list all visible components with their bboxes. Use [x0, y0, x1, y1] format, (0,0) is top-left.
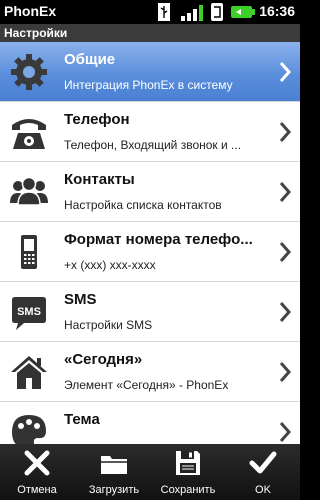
page-title: Настройки — [0, 24, 300, 42]
chevron-right-icon — [279, 242, 292, 262]
item-subtitle: Настройка списка контактов — [64, 198, 222, 212]
save-label: Сохранить — [160, 484, 216, 496]
home-icon — [11, 356, 47, 389]
chevron-right-icon — [279, 362, 292, 382]
settings-item-general[interactable]: Общие Интеграция PhonEx в систему — [0, 42, 300, 102]
chevron-right-icon — [279, 62, 292, 82]
chevron-right-icon — [279, 302, 292, 322]
sms-icon: SMS — [12, 297, 46, 330]
settings-item-phone[interactable]: Телефон Телефон, Входящий звонок и ... — [0, 102, 300, 162]
folder-icon — [101, 456, 127, 474]
palette-icon — [12, 415, 46, 444]
settings-list: Общие Интеграция PhonEx в систему Телефо… — [0, 42, 300, 444]
gear-icon — [11, 54, 47, 90]
item-title: Тема — [64, 411, 100, 428]
battery-icon — [231, 6, 255, 18]
settings-item-today[interactable]: «Сегодня» Элемент «Сегодня» - PhonEx — [0, 342, 300, 402]
item-title: Телефон — [64, 111, 130, 128]
save-button[interactable]: Сохранить — [150, 444, 226, 500]
load-label: Загрузить — [88, 484, 140, 496]
item-title: Контакты — [64, 171, 135, 188]
ok-label: OK — [255, 484, 271, 496]
telephone-icon — [12, 119, 46, 149]
app-name: PhonEx — [4, 3, 57, 19]
load-button[interactable]: Загрузить — [76, 444, 152, 500]
clock: 16:36 — [259, 3, 295, 19]
mobile-phone-icon — [21, 235, 37, 269]
bottom-toolbar: Отмена Загрузить Сохранить OK — [0, 444, 300, 500]
item-title: «Сегодня» — [64, 351, 143, 368]
item-subtitle: Элемент «Сегодня» - PhonEx — [64, 378, 229, 392]
chevron-right-icon — [279, 422, 292, 442]
item-title: Общие — [64, 51, 116, 68]
close-icon — [24, 450, 50, 476]
settings-item-sms[interactable]: SMS SMS Настройки SMS — [0, 282, 300, 342]
checkmark-icon — [249, 451, 277, 474]
chevron-right-icon — [279, 122, 292, 142]
signal-strength-icon — [181, 5, 203, 21]
settings-item-contacts[interactable]: Контакты Настройка списка контактов — [0, 162, 300, 222]
item-title: Формат номера телефо... — [64, 231, 253, 248]
chevron-right-icon — [279, 182, 292, 202]
usb-icon — [158, 3, 170, 21]
contacts-icon — [10, 176, 48, 206]
settings-item-number-format[interactable]: Формат номера телефо... +x (xxx) xxx-xxx… — [0, 222, 300, 282]
settings-item-theme[interactable]: Тема — [0, 402, 300, 444]
data-connection-icon — [211, 3, 223, 21]
item-subtitle: +x (xxx) xxx-xxxx — [64, 258, 156, 272]
item-subtitle: Интеграция PhonEx в систему — [64, 78, 233, 92]
item-subtitle: Настройки SMS — [64, 318, 153, 332]
item-title: SMS — [64, 291, 97, 308]
sms-icon-label: SMS — [17, 306, 41, 318]
ok-button[interactable]: OK — [228, 444, 298, 500]
item-subtitle: Телефон, Входящий звонок и ... — [64, 138, 242, 152]
floppy-disk-icon — [176, 451, 200, 475]
cancel-label: Отмена — [17, 484, 57, 496]
cancel-button[interactable]: Отмена — [2, 444, 72, 500]
status-bar: PhonEx 16:36 — [0, 0, 300, 24]
